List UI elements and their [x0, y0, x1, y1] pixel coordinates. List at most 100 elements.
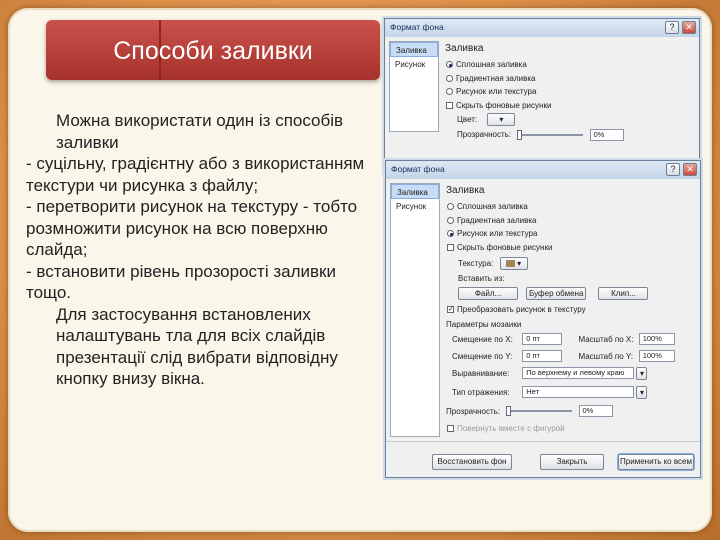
transparency-label: Прозрачность:: [457, 130, 512, 139]
mirror-type-select[interactable]: Нет: [522, 386, 635, 399]
scale-x-field[interactable]: 100%: [638, 333, 675, 346]
offset-x-field[interactable]: 0 пт: [522, 333, 563, 346]
title-banner: Способи заливки: [46, 20, 380, 80]
color-picker-button[interactable]: ▾: [487, 113, 516, 126]
color-label: Цвет:: [457, 115, 478, 124]
insert-buttons-row: Файл... Буфер обмена Клип...: [446, 286, 694, 303]
option-label: Градиентная заливка: [456, 73, 536, 83]
sidebar-item-fill[interactable]: Заливка: [390, 42, 438, 57]
texture-label: Текстура:: [458, 259, 494, 268]
mirror-type-label: Тип отражения:: [452, 387, 510, 397]
dialog-main: Заливка Сплошная заливка Градиентная зал…: [446, 183, 694, 437]
sidebar-item-fill[interactable]: Заливка: [391, 184, 439, 199]
close-button[interactable]: Закрыть: [540, 454, 604, 470]
scale-x-label: Масштаб по X:: [578, 334, 634, 344]
hide-background-checkbox[interactable]: Скрыть фоновые рисунки: [445, 99, 693, 113]
option-picture-texture[interactable]: Рисунок или текстура: [445, 85, 693, 99]
option-label: Рисунок или текстура: [457, 229, 538, 238]
transparency-row: Прозрачность: 0%: [446, 404, 694, 422]
sidebar-item-picture[interactable]: Рисунок: [390, 57, 438, 72]
scale-y-field[interactable]: 100%: [638, 350, 675, 363]
clipart-button[interactable]: Клип...: [598, 287, 649, 300]
chevron-down-icon[interactable]: ▾: [636, 366, 648, 380]
radio-icon: [447, 216, 454, 224]
file-button[interactable]: Файл...: [458, 287, 518, 300]
offset-x-label: Смещение по X:: [452, 334, 513, 344]
option-label: Рисунок или текстура: [456, 87, 537, 96]
slider-thumb[interactable]: [506, 406, 512, 417]
slide-body: Можна використати один із способів залив…: [26, 110, 376, 390]
transparency-field[interactable]: 0%: [589, 128, 624, 141]
checkbox-icon: [447, 424, 454, 432]
texture-row: Текстура: ▾: [446, 256, 694, 271]
paragraph-intro: Можна використати один із способів залив…: [56, 111, 344, 152]
clipboard-button[interactable]: Буфер обмена: [526, 287, 587, 300]
format-background-dialog: Формат фона ? ✕ Заливка Рисунок Заливка …: [385, 160, 701, 478]
paragraph-transparency: - встановити рівень прозорості заливки т…: [26, 261, 336, 303]
transparency-slider[interactable]: [506, 406, 573, 417]
tile-as-texture-checkbox[interactable]: ✓ Преобразовать рисунок в текстуру: [446, 303, 694, 317]
alignment-label: Выравнивание:: [452, 368, 510, 378]
help-button[interactable]: ?: [666, 163, 680, 176]
dialog-sidebar: Заливка Рисунок: [389, 41, 439, 132]
option-gradient-fill[interactable]: Градиентная заливка: [446, 214, 694, 228]
checkbox-icon: [447, 243, 454, 251]
texture-picker-button[interactable]: ▾: [499, 257, 528, 270]
option-label: Скрыть фоновые рисунки: [456, 100, 552, 110]
radio-icon: [447, 203, 454, 210]
offset-x-row: Смещение по X: 0 пт Масштаб по X: 100%: [446, 332, 694, 349]
slide-title: Способи заливки: [113, 37, 313, 65]
mirror-type-row: Тип отражения: Нет ▾: [446, 385, 694, 404]
section-title: Заливка: [446, 185, 485, 196]
alignment-select[interactable]: По верхнему и левому краю: [522, 367, 635, 380]
slider-thumb[interactable]: [517, 129, 523, 140]
format-background-dialog-back: Формат фона ? ✕ Заливка Рисунок Заливка …: [384, 18, 700, 173]
slide: Способи заливки Можна використати один і…: [0, 0, 720, 540]
chevron-down-icon[interactable]: ▾: [636, 385, 648, 399]
radio-icon: [446, 61, 453, 68]
option-solid-fill[interactable]: Сплошная заливка: [445, 58, 693, 72]
checkbox-checked-icon: ✓: [447, 306, 454, 313]
transparency-label: Прозрачность:: [446, 406, 501, 416]
transparency-slider[interactable]: [517, 129, 584, 140]
paragraph-fill-types: - суцільну, градієнтну або з використанн…: [26, 154, 365, 195]
reset-background-button[interactable]: Восстановить фон: [432, 454, 512, 470]
option-label: Градиентная заливка: [457, 215, 537, 225]
option-label: Скрыть фоновые рисунки: [457, 242, 553, 252]
paragraph-apply-all: Для застосування встановлених налаштуван…: [56, 304, 338, 389]
radio-icon: [446, 74, 453, 82]
texture-swatch-icon: [505, 260, 515, 268]
radio-icon: [447, 230, 454, 237]
help-button[interactable]: ?: [665, 21, 679, 34]
dialog-titlebar: Формат фона ? ✕: [386, 161, 700, 179]
option-solid-fill[interactable]: Сплошная заливка: [446, 200, 694, 214]
radio-icon: [446, 88, 453, 95]
rotate-with-shape-checkbox[interactable]: Повернуть вместе с фигурой: [446, 422, 694, 436]
sidebar-item-picture[interactable]: Рисунок: [391, 199, 439, 214]
section-title: Заливка: [445, 43, 484, 54]
transparency-field[interactable]: 0%: [578, 405, 613, 418]
dialog-main: Заливка Сплошная заливка Градиентная зал…: [445, 41, 693, 141]
option-picture-texture[interactable]: Рисунок или текстура: [446, 227, 694, 241]
dialog-title: Формат фона: [390, 22, 444, 32]
alignment-row: Выравнивание: По верхнему и левому краю …: [446, 366, 694, 385]
dialog-sidebar: Заливка Рисунок: [390, 183, 440, 437]
option-gradient-fill[interactable]: Градиентная заливка: [445, 72, 693, 86]
offset-y-field[interactable]: 0 пт: [522, 350, 563, 363]
dialog-titlebar: Формат фона ? ✕: [385, 19, 699, 37]
option-label: Сплошная заливка: [456, 60, 527, 69]
close-icon[interactable]: ✕: [682, 21, 696, 34]
scale-y-label: Масштаб по Y:: [578, 351, 634, 361]
tile-params-label: Параметры мозаики: [446, 319, 522, 329]
apply-to-all-button[interactable]: Применить ко всем: [618, 454, 694, 470]
option-label: Повернуть вместе с фигурой: [457, 423, 565, 433]
transparency-row: Прозрачность: 0%: [445, 127, 693, 142]
dialog-footer: Восстановить фон Закрыть Применить ко вс…: [386, 441, 700, 477]
close-icon[interactable]: ✕: [683, 163, 697, 176]
paragraph-texture: - перетворити рисунок на текстуру - тобт…: [26, 197, 358, 259]
dialog-title: Формат фона: [391, 164, 445, 174]
option-label: Преобразовать рисунок в текстуру: [457, 305, 586, 314]
option-label: Сплошная заливка: [457, 202, 528, 211]
hide-background-checkbox[interactable]: Скрыть фоновые рисунки: [446, 241, 694, 255]
insert-from-label: Вставить из:: [458, 274, 505, 283]
